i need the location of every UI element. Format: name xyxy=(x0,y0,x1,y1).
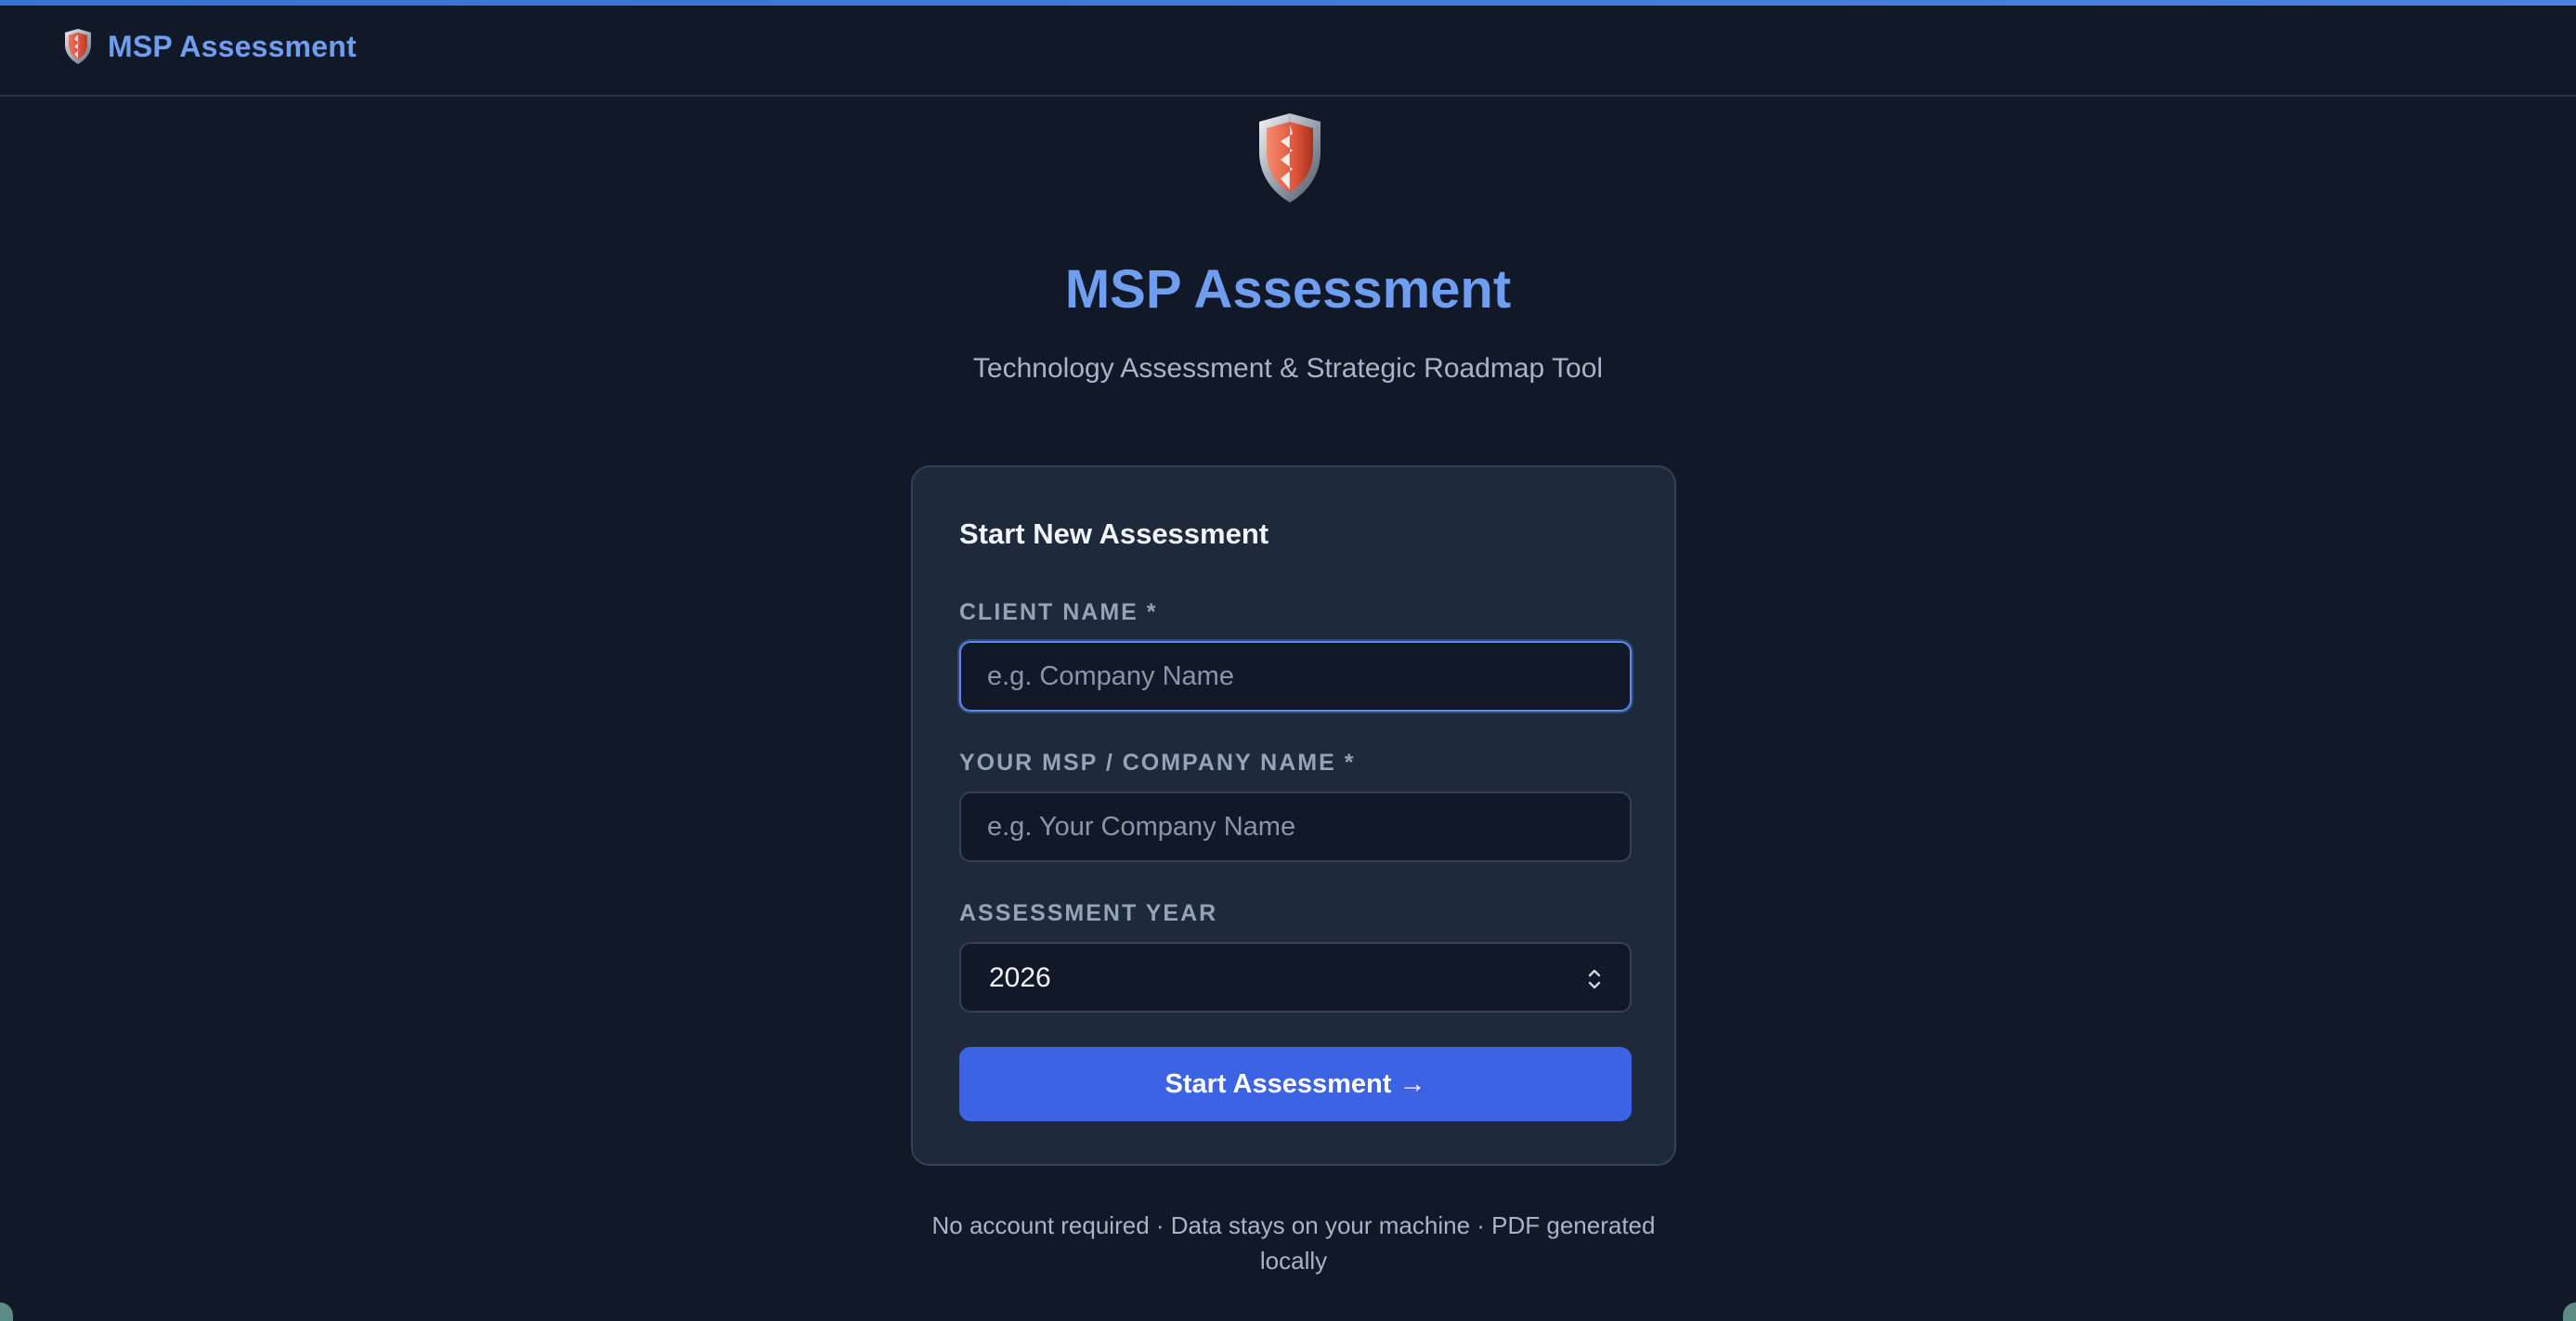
navbar-brand-title[interactable]: MSP Assessment xyxy=(108,30,357,64)
client-name-input[interactable] xyxy=(959,641,1632,712)
client-name-label: CLIENT NAME * xyxy=(959,599,1158,625)
card-title: Start New Assessment xyxy=(959,517,1269,550)
chevron-up-down-icon xyxy=(1588,969,1601,989)
assessment-year-select[interactable]: 2026 xyxy=(959,942,1632,1013)
app-page: MSP Assessment MSP Assessment Technology… xyxy=(0,0,2576,1321)
start-assessment-button[interactable]: Start Assessment → xyxy=(959,1047,1632,1121)
window-corner-left xyxy=(0,1302,13,1321)
page-subtitle: Technology Assessment & Strategic Roadma… xyxy=(972,353,1604,384)
assessment-year-label: ASSESSMENT YEAR xyxy=(959,900,1218,926)
shield-logo-icon[interactable] xyxy=(63,28,93,65)
start-assessment-card: Start New Assessment CLIENT NAME * YOUR … xyxy=(911,465,1676,1166)
shield-logo-icon xyxy=(1259,113,1321,203)
msp-company-name-input[interactable] xyxy=(959,791,1632,862)
window-corner-right xyxy=(2563,1302,2576,1321)
page-title: MSP Assessment xyxy=(1064,259,1512,320)
navbar: MSP Assessment xyxy=(0,6,2576,97)
footer-note: No account required · Data stays on your… xyxy=(931,1211,1656,1275)
assessment-year-value: 2026 xyxy=(989,962,1051,993)
msp-company-name-label: YOUR MSP / COMPANY NAME * xyxy=(959,750,1356,776)
